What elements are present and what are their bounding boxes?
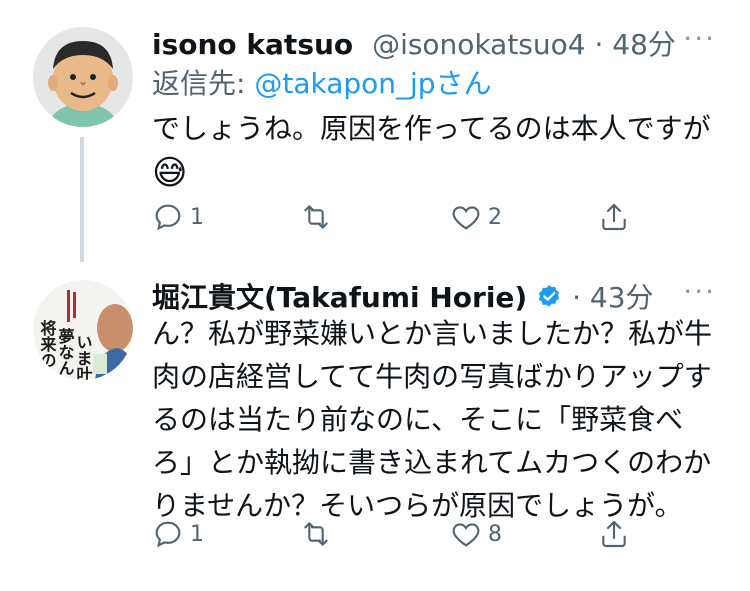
reply-to-line: 返信先: @takapon_jpさん bbox=[152, 62, 492, 102]
reply-icon bbox=[155, 521, 181, 548]
heart-icon bbox=[452, 523, 480, 547]
verified-badge-icon bbox=[539, 285, 560, 307]
like-count: 8 bbox=[488, 521, 502, 547]
reply-count: 1 bbox=[190, 204, 204, 230]
display-name[interactable]: isono katsuo bbox=[152, 28, 353, 61]
tweet-text: ん？私が野菜嫌いとか言いましたか？私が牛肉の店経営してて牛肉の写真ばかりアップす… bbox=[152, 317, 713, 522]
heart-icon bbox=[452, 206, 480, 230]
book-cover-avatar-icon: 将来の 夢なんか いま叶えろ bbox=[33, 280, 133, 380]
user-handle[interactable]: @isonokatsuo4 bbox=[372, 28, 586, 61]
retweet-icon bbox=[304, 205, 328, 229]
tweet-1[interactable]: isono katsuo @isonokatsuo4 · 48分 ··· 返信先… bbox=[0, 0, 750, 262]
share-button[interactable] bbox=[598, 514, 630, 554]
like-button[interactable]: 2 bbox=[450, 197, 502, 237]
timestamp[interactable]: 43分 bbox=[590, 281, 654, 314]
tweet-text-line: でしょうね。原因を作ってるのは本人ですが bbox=[152, 112, 711, 145]
retweet-button[interactable] bbox=[300, 514, 338, 554]
cover-title-text: 将来の bbox=[38, 319, 58, 368]
separator: · bbox=[585, 28, 613, 61]
share-icon bbox=[602, 520, 626, 548]
thread-line bbox=[80, 137, 84, 262]
like-button[interactable]: 8 bbox=[450, 514, 502, 554]
reply-icon bbox=[155, 204, 181, 231]
tweet-header: isono katsuo @isonokatsuo4 · 48分 bbox=[152, 23, 676, 63]
tweet-actions: 1 2 bbox=[152, 197, 652, 237]
timestamp[interactable]: 48分 bbox=[612, 28, 676, 61]
tweet-2[interactable]: 将来の 夢なんか いま叶えろ 堀江貴文(Takafumi Horie) · 43… bbox=[0, 262, 750, 591]
tweet-header: 堀江貴文(Takafumi Horie) · 43分 bbox=[152, 276, 654, 316]
like-count: 2 bbox=[488, 204, 502, 230]
more-options-icon[interactable]: ··· bbox=[683, 275, 716, 308]
tweet-actions: 1 8 bbox=[152, 514, 652, 554]
retweet-icon bbox=[304, 522, 328, 546]
reply-mention-link[interactable]: @takapon_jp bbox=[254, 67, 435, 100]
reply-count: 1 bbox=[190, 521, 204, 547]
more-options-icon[interactable]: ··· bbox=[683, 22, 716, 55]
cover-title-text: いま叶えろ bbox=[74, 334, 93, 380]
share-icon bbox=[602, 203, 626, 231]
reply-honorific[interactable]: さん bbox=[436, 67, 492, 100]
reply-button[interactable]: 1 bbox=[152, 514, 204, 554]
share-button[interactable] bbox=[598, 197, 630, 237]
avatar-horie[interactable]: 将来の 夢なんか いま叶えろ bbox=[33, 280, 133, 380]
tweet-text: でしょうね。原因を作ってるのは本人ですが 😅 bbox=[152, 108, 722, 196]
reply-button[interactable]: 1 bbox=[152, 197, 204, 237]
display-name[interactable]: 堀江貴文(Takafumi Horie) bbox=[152, 281, 527, 314]
reply-to-prefix: 返信先: bbox=[152, 67, 255, 100]
separator: · bbox=[563, 281, 590, 314]
cartoon-boy-avatar-icon bbox=[33, 27, 133, 127]
retweet-button[interactable] bbox=[300, 197, 338, 237]
avatar-isono[interactable] bbox=[33, 27, 133, 127]
grinning-sweat-emoji: 😅 bbox=[152, 153, 188, 193]
cover-title-text: 夢なんか bbox=[56, 327, 75, 380]
